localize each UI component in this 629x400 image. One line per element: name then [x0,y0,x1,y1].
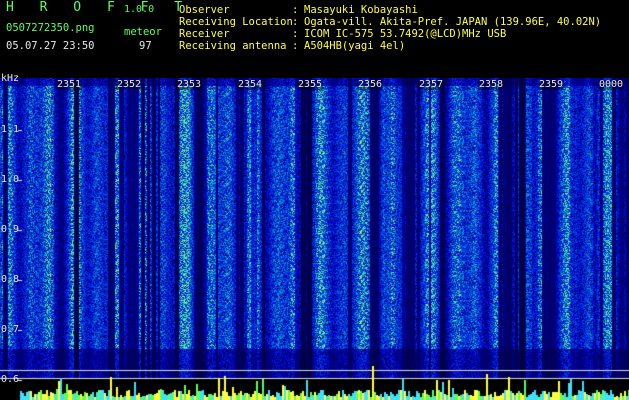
app-version: 1.0.0 [124,4,155,15]
app-title: H R O F F T [6,0,192,15]
observer-colon: : [292,4,299,16]
x-tick-label: 2357 [418,79,445,90]
x-tick-label: 2352 [116,79,143,90]
receiver-key: Receiver [179,28,230,40]
antenna-colon: : [292,40,299,52]
x-tick-label: 2354 [237,79,264,90]
file-name: 0507272350.png [6,22,95,34]
y-tick-label: 0.9 [1,224,20,235]
x-tick-label: 2351 [56,79,83,90]
x-tick-label: 2358 [478,79,505,90]
x-tick-label: 2355 [297,79,324,90]
observer-row: Observer: Masayuki Kobayashi [179,4,418,16]
x-tick-label: 0000 [598,79,625,90]
header-panel: H R O F F T 1.0.0 0507272350.png 05.07.2… [0,0,629,78]
antenna-row: Receiving antenna: A504HB(yagi 4el) [179,40,405,52]
y-tick-label: 0.7 [1,324,20,335]
receiver-row: Receiver: ICOM IC-575 53.7492(@LCD)MHz US… [179,28,506,40]
y-tick-label: 1.1 [1,124,20,135]
observer-key: Observer [179,4,230,16]
x-tick-label: 2359 [538,79,565,90]
x-tick-label: 2353 [176,79,203,90]
y-axis-unit: kHz [1,73,20,84]
location-row: Receiving Location: Ogata-vill. Akita-Pre… [179,16,601,28]
app-name: H R O F F T [6,0,192,15]
detection-label: meteor [124,26,162,38]
antenna-value: A504HB(yagi 4el) [304,40,406,52]
detection-count: 97 [139,40,152,52]
y-tick-label: 1.0 [1,174,20,185]
antenna-key: Receiving antenna [179,40,287,52]
file-datetime: 05.07.27 23:50 [6,40,95,52]
y-tick-label: 0.6 [1,374,20,385]
y-tick-label: 0.8 [1,274,20,285]
location-colon: : [292,16,299,28]
receiver-colon: : [292,28,299,40]
location-value: Ogata-vill. Akita-Pref. JAPAN (139.96E, … [304,16,602,28]
location-key: Receiving Location [179,16,293,28]
spectrogram-canvas [0,78,629,400]
observer-value: Masayuki Kobayashi [304,4,418,16]
receiver-value: ICOM IC-575 53.7492(@LCD)MHz USB [304,28,507,40]
x-tick-label: 2356 [357,79,384,90]
